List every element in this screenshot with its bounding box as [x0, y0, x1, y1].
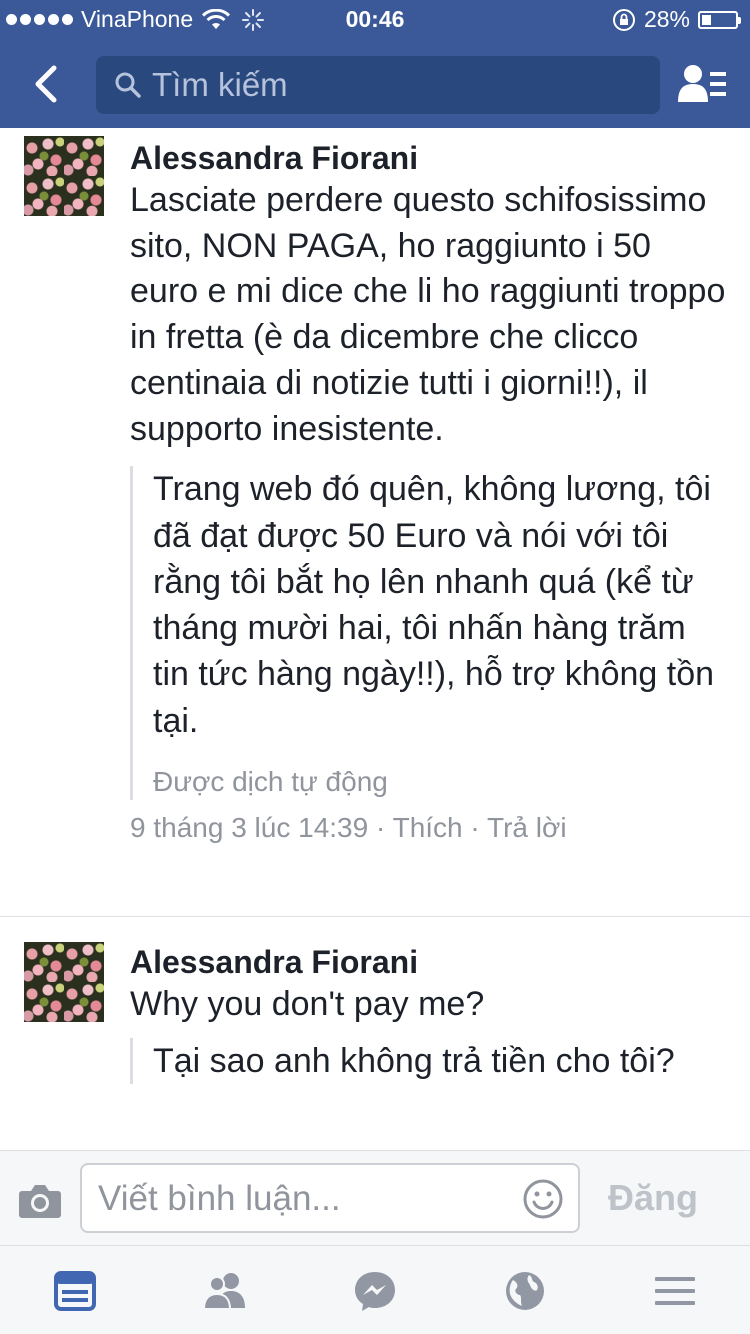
- battery-percent: 28%: [643, 6, 690, 32]
- comment-placeholder: Viết bình luận...: [98, 1179, 341, 1218]
- tab-bar: [0, 1246, 750, 1334]
- auto-translated-label[interactable]: Được dịch tự động: [153, 764, 726, 800]
- nav-bar: Tìm kiếm: [0, 40, 750, 128]
- comment: Alessandra Fiorani Lasciate perdere ques…: [0, 128, 750, 846]
- friends-icon[interactable]: [203, 1270, 247, 1312]
- comment-text: Lasciate perdere questo schifosissimo si…: [130, 181, 726, 448]
- avatar[interactable]: [24, 942, 104, 1022]
- comment: Alessandra Fiorani Why you don't pay me?…: [0, 942, 750, 1084]
- divider: [0, 916, 750, 917]
- translation-block: Trang web đó quên, không lương, tôi đã đ…: [130, 466, 726, 800]
- comments-feed[interactable]: Alessandra Fiorani Lasciate perdere ques…: [0, 128, 750, 1150]
- emoji-icon[interactable]: [522, 1178, 564, 1220]
- back-icon[interactable]: [28, 62, 68, 106]
- comment-author[interactable]: Alessandra Fiorani: [130, 942, 726, 982]
- top-bar: VinaPhone 00:46 28% Tìm kiếm: [0, 0, 750, 128]
- comment-text: Why you don't pay me?: [130, 985, 485, 1023]
- news-feed-icon[interactable]: [53, 1270, 97, 1312]
- post-button[interactable]: Đăng: [608, 1177, 698, 1219]
- translated-text: Tại sao anh không trả tiền cho tôi?: [153, 1041, 675, 1080]
- like-link[interactable]: Thích: [393, 812, 463, 843]
- search-placeholder: Tìm kiếm: [152, 66, 288, 103]
- comment-input[interactable]: Viết bình luận...: [80, 1163, 580, 1233]
- comment-composer: Viết bình luận... Đăng: [0, 1150, 750, 1246]
- search-input[interactable]: Tìm kiếm: [96, 56, 660, 114]
- avatar[interactable]: [24, 136, 104, 216]
- translation-block: Tại sao anh không trả tiền cho tôi?: [130, 1037, 726, 1084]
- battery-icon: [698, 10, 741, 29]
- messenger-icon[interactable]: [353, 1270, 397, 1312]
- status-bar: VinaPhone 00:46 28%: [0, 0, 750, 40]
- comment-timestamp: 9 tháng 3 lúc 14:39: [130, 812, 369, 843]
- search-icon: [115, 72, 141, 98]
- comment-meta: 9 tháng 3 lúc 14:39 · Thích · Trả lời: [130, 812, 567, 843]
- menu-icon[interactable]: [653, 1270, 697, 1312]
- status-right: 28%: [612, 6, 741, 33]
- comment-author[interactable]: Alessandra Fiorani: [130, 138, 726, 178]
- reply-link[interactable]: Trả lời: [487, 812, 567, 843]
- rotation-lock-icon: [612, 8, 635, 31]
- translated-text: Trang web đó quên, không lương, tôi đã đ…: [153, 470, 715, 740]
- friends-list-icon[interactable]: [678, 62, 728, 106]
- globe-icon[interactable]: [503, 1270, 547, 1312]
- camera-icon[interactable]: [18, 1181, 62, 1219]
